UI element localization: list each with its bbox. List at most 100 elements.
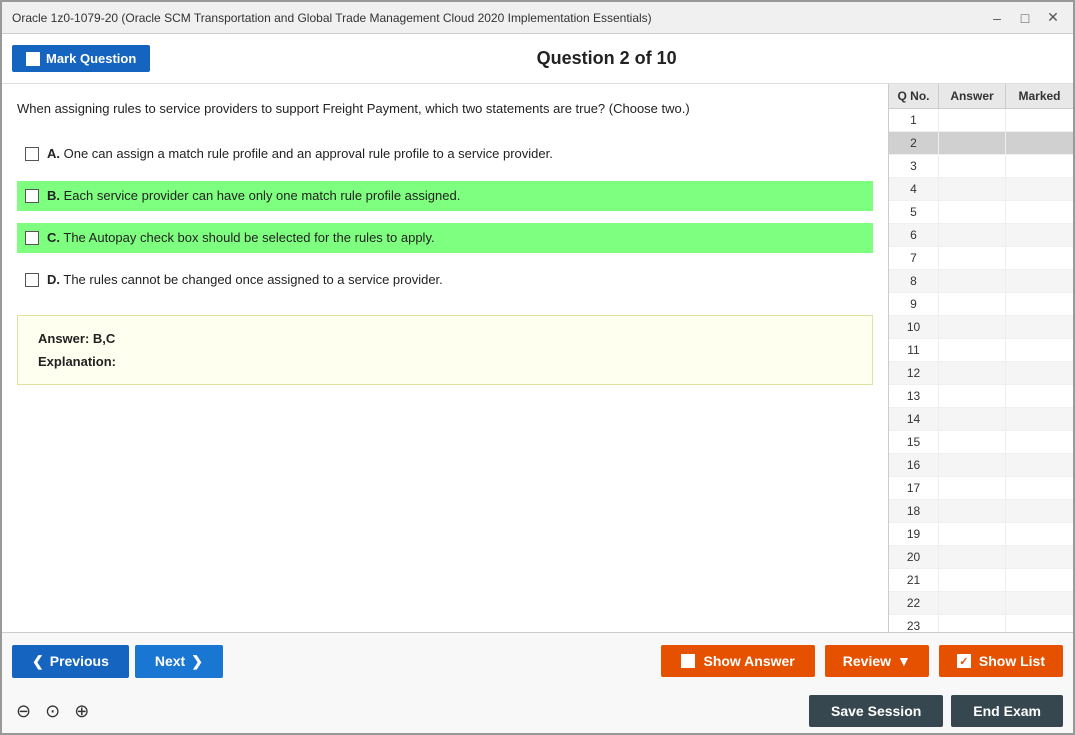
sidebar-answer <box>939 293 1006 315</box>
review-button[interactable]: Review ▼ <box>825 645 929 677</box>
sidebar-header: Q No. Answer Marked <box>889 84 1073 109</box>
sidebar-answer <box>939 339 1006 361</box>
sidebar-answer <box>939 592 1006 614</box>
end-exam-button[interactable]: End Exam <box>951 695 1063 727</box>
sidebar-row[interactable]: 10 <box>889 316 1073 339</box>
sidebar-marked <box>1006 247 1073 269</box>
mark-question-button[interactable]: Mark Question <box>12 45 150 72</box>
sidebar-marked <box>1006 454 1073 476</box>
option-a[interactable]: A. One can assign a match rule profile a… <box>17 139 873 169</box>
sidebar-row[interactable]: 21 <box>889 569 1073 592</box>
option-c-checkbox[interactable] <box>25 231 39 245</box>
next-arrow-icon: ❯ <box>191 653 203 670</box>
sidebar-marked <box>1006 132 1073 154</box>
sidebar-answer <box>939 500 1006 522</box>
sidebar-answer <box>939 362 1006 384</box>
sidebar-answer <box>939 546 1006 568</box>
maximize-button[interactable]: □ <box>1015 8 1035 28</box>
next-button[interactable]: Next ❯ <box>135 645 223 678</box>
show-answer-button[interactable]: Show Answer <box>661 645 814 677</box>
sidebar-row[interactable]: 23 <box>889 615 1073 632</box>
sidebar-row[interactable]: 11 <box>889 339 1073 362</box>
sidebar: Q No. Answer Marked 1 2 3 4 5 6 <box>888 84 1073 632</box>
sidebar-row[interactable]: 3 <box>889 155 1073 178</box>
sidebar-row[interactable]: 16 <box>889 454 1073 477</box>
sidebar-row[interactable]: 22 <box>889 592 1073 615</box>
sidebar-answer <box>939 270 1006 292</box>
minimize-button[interactable]: – <box>987 8 1007 28</box>
show-answer-label: Show Answer <box>703 653 794 669</box>
sidebar-answer <box>939 385 1006 407</box>
app-window: Oracle 1z0-1079-20 (Oracle SCM Transport… <box>0 0 1075 735</box>
sidebar-qno: 3 <box>889 155 939 177</box>
sidebar-answer <box>939 132 1006 154</box>
option-d-text: D. The rules cannot be changed once assi… <box>47 271 443 289</box>
title-bar: Oracle 1z0-1079-20 (Oracle SCM Transport… <box>2 2 1073 34</box>
option-b[interactable]: B. Each service provider can have only o… <box>17 181 873 211</box>
sidebar-row[interactable]: 4 <box>889 178 1073 201</box>
option-b-checkbox[interactable] <box>25 189 39 203</box>
sidebar-row[interactable]: 18 <box>889 500 1073 523</box>
sidebar-row[interactable]: 7 <box>889 247 1073 270</box>
sidebar-answer <box>939 247 1006 269</box>
sidebar-row[interactable]: 14 <box>889 408 1073 431</box>
sidebar-marked <box>1006 615 1073 632</box>
show-answer-checkbox-icon <box>681 654 695 668</box>
sidebar-row[interactable]: 8 <box>889 270 1073 293</box>
option-a-text: A. One can assign a match rule profile a… <box>47 145 553 163</box>
sidebar-row[interactable]: 19 <box>889 523 1073 546</box>
header-qno: Q No. <box>889 84 939 108</box>
sidebar-marked <box>1006 270 1073 292</box>
sidebar-row[interactable]: 15 <box>889 431 1073 454</box>
sidebar-marked <box>1006 500 1073 522</box>
sidebar-row[interactable]: 13 <box>889 385 1073 408</box>
sidebar-qno: 11 <box>889 339 939 361</box>
sidebar-qno: 16 <box>889 454 939 476</box>
sidebar-answer <box>939 178 1006 200</box>
sidebar-marked <box>1006 155 1073 177</box>
mark-button-label: Mark Question <box>46 51 136 66</box>
save-session-button[interactable]: Save Session <box>809 695 943 727</box>
previous-button[interactable]: ❮ Previous <box>12 645 129 678</box>
sidebar-row[interactable]: 9 <box>889 293 1073 316</box>
zoom-normal-button[interactable]: ⊙ <box>41 699 64 724</box>
option-c-text: C. The Autopay check box should be selec… <box>47 229 435 247</box>
sidebar-row[interactable]: 12 <box>889 362 1073 385</box>
sidebar-answer <box>939 454 1006 476</box>
option-b-text: B. Each service provider can have only o… <box>47 187 460 205</box>
sidebar-row[interactable]: 5 <box>889 201 1073 224</box>
sidebar-row[interactable]: 20 <box>889 546 1073 569</box>
sidebar-marked <box>1006 477 1073 499</box>
sidebar-marked <box>1006 316 1073 338</box>
sidebar-row[interactable]: 6 <box>889 224 1073 247</box>
mark-checkbox-icon <box>26 52 40 66</box>
toolbar: Mark Question Question 2 of 10 <box>2 34 1073 84</box>
window-controls: – □ ✕ <box>987 8 1063 28</box>
option-a-checkbox[interactable] <box>25 147 39 161</box>
sidebar-answer <box>939 477 1006 499</box>
option-d[interactable]: D. The rules cannot be changed once assi… <box>17 265 873 295</box>
sidebar-row[interactable]: 17 <box>889 477 1073 500</box>
option-c[interactable]: C. The Autopay check box should be selec… <box>17 223 873 253</box>
sidebar-marked <box>1006 224 1073 246</box>
header-marked: Marked <box>1006 84 1073 108</box>
sidebar-row[interactable]: 1 <box>889 109 1073 132</box>
sidebar-qno: 5 <box>889 201 939 223</box>
zoom-in-button[interactable]: ⊕ <box>70 699 93 724</box>
zoom-out-button[interactable]: ⊖ <box>12 699 35 724</box>
sidebar-marked <box>1006 201 1073 223</box>
sidebar-qno: 9 <box>889 293 939 315</box>
sidebar-qno: 12 <box>889 362 939 384</box>
sidebar-list[interactable]: 1 2 3 4 5 6 7 8 <box>889 109 1073 632</box>
close-button[interactable]: ✕ <box>1043 8 1063 28</box>
sidebar-marked <box>1006 293 1073 315</box>
sidebar-marked <box>1006 109 1073 131</box>
sidebar-row[interactable]: 2 <box>889 132 1073 155</box>
answer-box: Answer: B,C Explanation: <box>17 315 873 385</box>
sidebar-qno: 20 <box>889 546 939 568</box>
option-d-checkbox[interactable] <box>25 273 39 287</box>
show-list-button[interactable]: Show List <box>939 645 1063 677</box>
explanation-label: Explanation: <box>38 354 852 369</box>
prev-arrow-icon: ❮ <box>32 653 44 670</box>
sidebar-marked <box>1006 431 1073 453</box>
